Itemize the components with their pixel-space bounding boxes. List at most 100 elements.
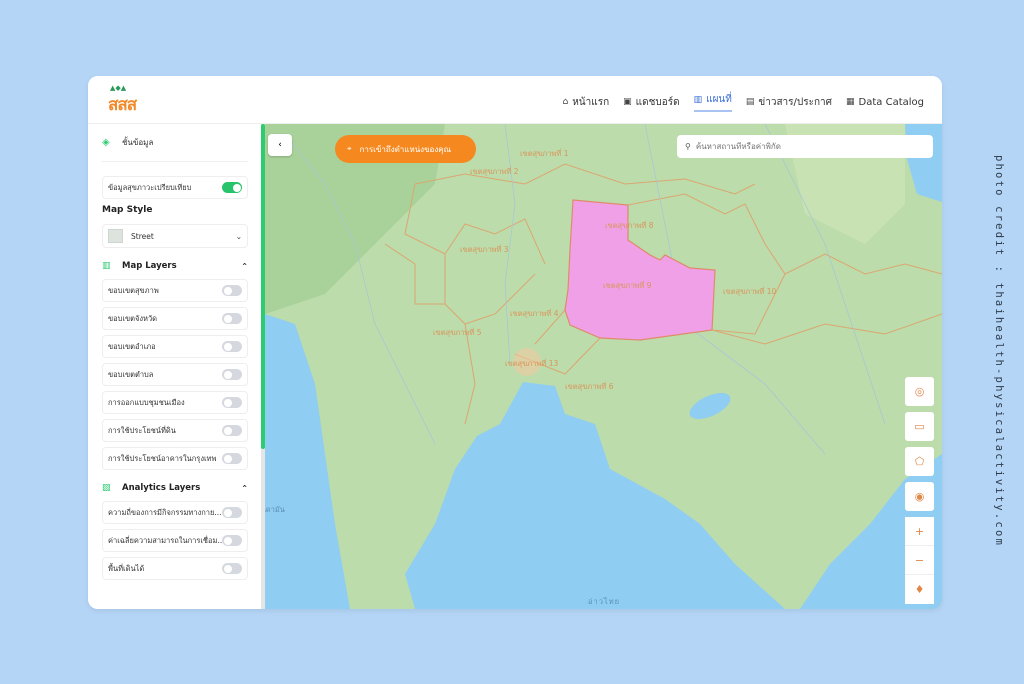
layer-toggle[interactable] [222,341,242,352]
label-andaman-sea: ทะเลอันดามัน [265,505,285,514]
chevron-left-icon: ‹ [278,140,282,150]
nav-label: ข่าวสาร/ประกาศ [758,96,833,108]
location-icon: ⌖ [347,144,352,153]
analytics-layers-header[interactable]: ▨ Analytics Layers ⌃ [102,475,248,501]
layer-label: ขอบเขตตำบล [108,369,154,379]
label-zone-2: เขตสุขภาพที่ 2 [470,167,519,176]
header: ▲◆▲ สสส ⌂ หน้าแรก ▣ แดชบอร์ด ▥ แผนที่ ▤ ข่าว… [88,76,942,124]
photo-credit: photo credit : thaihealth-physicalactivi… [993,155,1005,547]
nav-map[interactable]: ▥ แผนที่ [693,92,732,112]
nav-home[interactable]: ⌂ หน้าแรก [563,92,610,112]
search-input[interactable] [695,142,916,151]
layer-row: ขอบเขตอำเภอ [102,335,248,358]
app-window: ▲◆▲ สสส ⌂ หน้าแรก ▣ แดชบอร์ด ▥ แผนที่ ▤ ข่าว… [88,76,942,609]
map-style-select[interactable]: Street ⌄ [102,224,248,248]
zoom-in-button[interactable]: + [905,517,934,546]
layers-icon: ◈ [102,137,110,148]
label-zone-4: เขตสุขภาพที่ 4 [510,309,559,318]
location-button-label: การเข้าถึงตำแหน่งของคุณ [359,144,452,154]
zoom-out-button[interactable]: − [905,546,934,575]
compare-label: ข้อมูลสุขภาวะเปรียบเทียบ [108,182,192,192]
nav-label: แผนที่ [706,94,732,105]
layer-row: ความถี่ของการมีกิจกรรมทางกาย... [102,501,248,524]
chevron-up-icon: ⌃ [241,261,248,271]
layer-toggle[interactable] [222,563,242,574]
label-zone-10: เขตสุขภาพที่ 10 [723,287,777,296]
layer-toggle[interactable] [222,313,242,324]
home-icon: ⌂ [562,97,569,107]
sidebar: ◈ ชั้นข้อมูล ข้อมูลสุขภาวะเปรียบเทียบ Ma… [88,124,262,609]
dashboard-icon: ▣ [623,97,632,107]
zoom-controls: + − ♦ [905,517,934,604]
nav-label: Data Catalog [858,96,924,108]
target-button[interactable]: ◉ [905,482,934,511]
map-style-value: Street [131,231,154,241]
basemap [265,124,942,609]
layer-toggle[interactable] [222,425,242,436]
layer-toggle[interactable] [222,507,242,518]
layer-toggle[interactable] [222,285,242,296]
map-icon: ▥ [693,94,703,105]
layer-toggle[interactable] [222,535,242,546]
layer-toggle[interactable] [222,397,242,408]
label-zone-1: เขตสุขภาพที่ 1 [520,149,569,158]
label-gulf-of-thailand: อ่าวไทย [588,597,621,606]
chevron-down-icon: ⌄ [235,231,242,241]
compass-button[interactable]: ♦ [905,575,934,604]
compare-toggle[interactable] [222,182,242,193]
label-zone-13: เขตสุขภาพที่ 13 [505,359,559,368]
layers-header: ◈ ชั้นข้อมูล [102,124,248,162]
layer-label: การใช้ประโยชน์ที่ดิน [108,425,176,435]
chevron-up-icon: ⌃ [241,483,248,493]
main-nav: ⌂ หน้าแรก ▣ แดชบอร์ด ▥ แผนที่ ▤ ข่าวสาร/ประก… [563,92,924,112]
label-zone-8: เขตสุขภาพที่ 8 [605,221,654,230]
layer-row: ค่าเฉลี่ยความสามารถในการเชื่อม... [102,529,248,552]
layer-label: พื้นที่เดินได้ [108,563,145,573]
layer-row: การใช้ประโยชน์ที่ดิน [102,419,248,442]
nav-news[interactable]: ▤ ข่าวสาร/ประกาศ [746,92,832,112]
layer-row: การใช้ประโยชน์อาคารในกรุงเทพ [102,447,248,470]
map-canvas[interactable]: เขตสุขภาพที่ 1 เขตสุขภาพที่ 2 เขตสุขภาพท… [265,124,942,609]
layer-label: การใช้ประโยชน์อาคารในกรุงเทพ [108,453,217,463]
label-zone-9: เขตสุขภาพที่ 9 [603,281,652,290]
map-layers-header[interactable]: ▥ Map Layers ⌃ [102,253,248,279]
map-layers-title: Map Layers [122,261,177,271]
layer-row: ขอบเขตจังหวัด [102,307,248,330]
nav-label: แดชบอร์ด [635,96,680,108]
geolocate-icon: ◎ [914,385,925,398]
layer-row: ขอบเขตสุขภาพ [102,279,248,302]
layer-label: ขอบเขตอำเภอ [108,341,156,351]
layer-label: ขอบเขตจังหวัด [108,313,158,323]
layer-row: การออกแบบชุมชนเมือง [102,391,248,414]
target-icon: ◉ [914,490,925,503]
layer-row: พื้นที่เดินได้ [102,557,248,580]
compass-icon: ♦ [914,583,925,596]
polygon-button[interactable]: ⬠ [905,447,934,476]
nav-dashboard[interactable]: ▣ แดชบอร์ด [623,92,679,112]
layers-title: ชั้นข้อมูล [122,138,154,147]
collapse-sidebar-button[interactable]: ‹ [268,134,292,156]
layer-toggle[interactable] [222,369,242,380]
nav-data-catalog[interactable]: ▦ Data Catalog [846,92,924,112]
map-controls: ◎ ▭ ⬠ ◉ + − ♦ [905,377,934,604]
analytics-icon: ▨ [102,483,111,493]
nav-label: หน้าแรก [572,96,610,108]
map-style-title: Map Style [102,205,153,215]
compare-toggle-row: ข้อมูลสุขภาวะเปรียบเทียบ [102,176,248,199]
layer-label: ค่าเฉลี่ยความสามารถในการเชื่อม... [108,535,222,545]
catalog-icon: ▦ [846,97,855,107]
search-box: ⚲ [677,135,933,158]
label-zone-5: เขตสุขภาพที่ 5 [433,328,482,337]
logo[interactable]: ▲◆▲ สสส [108,84,150,116]
label-zone-6: เขตสุขภาพที่ 6 [565,382,614,391]
layer-label: การออกแบบชุมชนเมือง [108,397,185,407]
ruler-button[interactable]: ▭ [905,412,934,441]
zoom-in-icon: + [914,524,925,538]
location-access-button[interactable]: ⌖ การเข้าถึงตำแหน่งของคุณ [335,135,476,163]
news-icon: ▤ [745,97,755,107]
layer-row: ขอบเขตตำบล [102,363,248,386]
ruler-icon: ▭ [914,420,925,433]
layer-label: ความถี่ของการมีกิจกรรมทางกาย... [108,507,222,517]
layer-toggle[interactable] [222,453,242,464]
geolocate-button[interactable]: ◎ [905,377,934,406]
